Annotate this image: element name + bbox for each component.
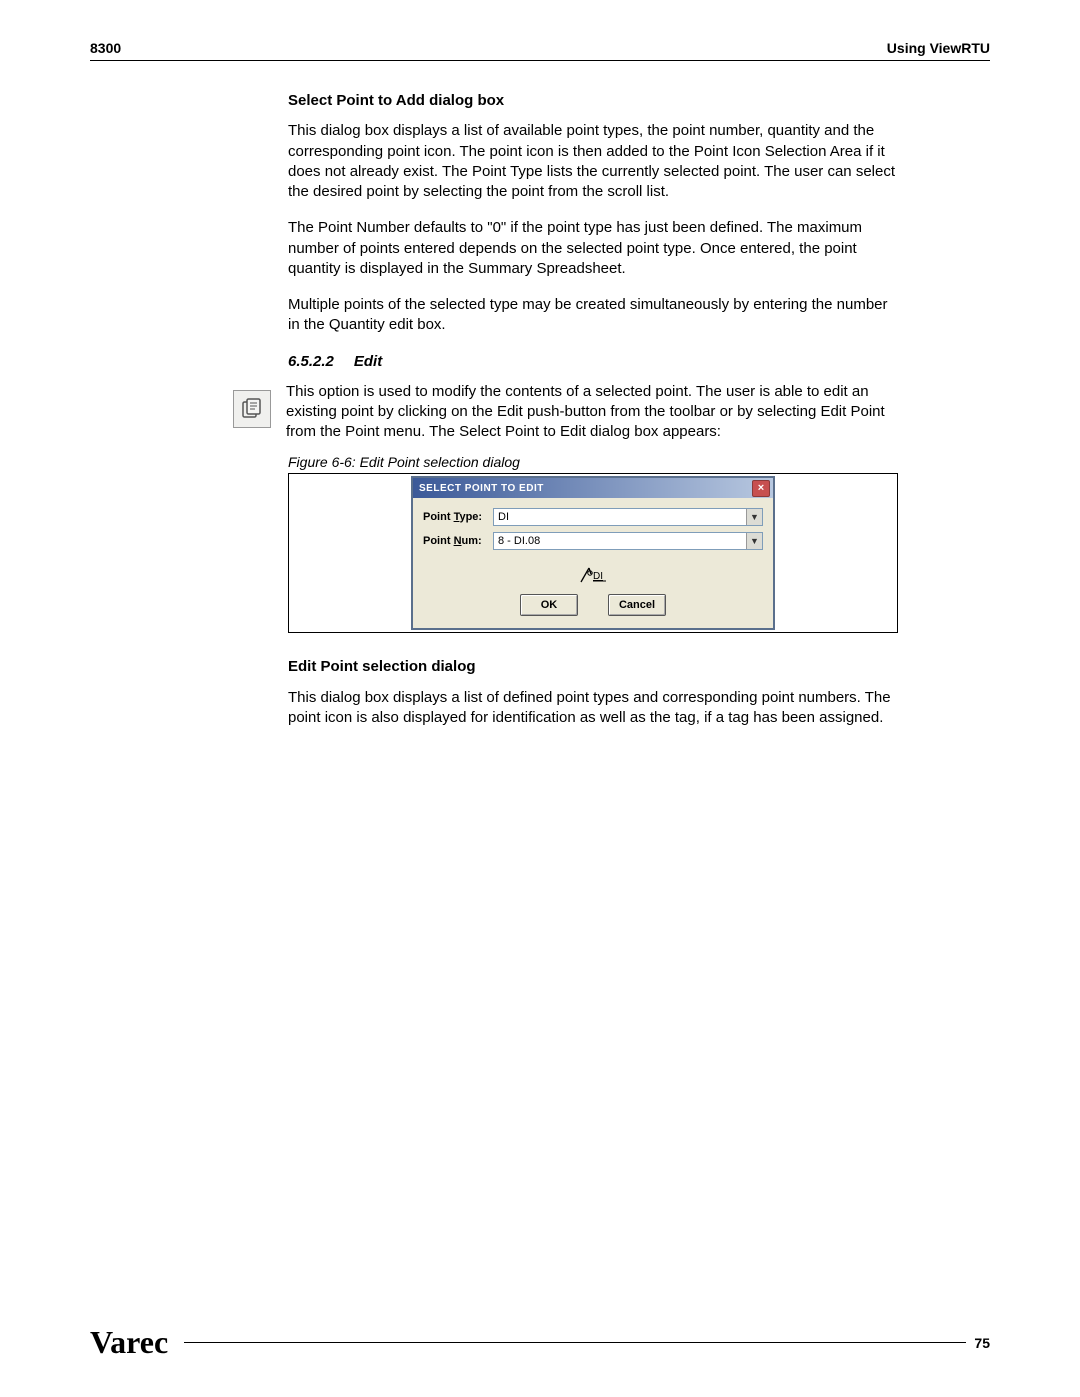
chevron-down-icon: ▼: [746, 509, 762, 525]
svg-text:DI: DI: [593, 571, 603, 582]
header-right: Using ViewRTU: [887, 40, 990, 56]
section2-p1: This option is used to modify the conten…: [286, 382, 898, 443]
section2-title: Edit: [354, 353, 382, 370]
select-point-dialog: SELECT POINT TO EDIT × Point Type: DI ▼: [411, 476, 775, 630]
point-type-value: DI: [498, 510, 509, 525]
header-left: 8300: [90, 40, 121, 56]
di-point-icon: DI: [579, 564, 607, 584]
section1-p2: The Point Number defaults to "0" if the …: [288, 218, 898, 279]
section2-number: 6.5.2.2: [288, 353, 334, 370]
dialog-titlebar: SELECT POINT TO EDIT ×: [413, 478, 773, 498]
header-rule: [90, 60, 990, 61]
cancel-button[interactable]: Cancel: [608, 594, 666, 616]
edit-toolbar-icon: [233, 390, 271, 428]
point-type-select[interactable]: DI ▼: [493, 508, 763, 526]
section1-p3: Multiple points of the selected type may…: [288, 295, 898, 336]
close-icon: ×: [758, 483, 764, 494]
point-num-value: 8 - DI.08: [498, 534, 540, 549]
section1-heading: Select Point to Add dialog box: [288, 91, 898, 111]
varec-logo: Varec: [90, 1328, 168, 1357]
section3-p1: This dialog box displays a list of defin…: [288, 688, 898, 729]
page-footer: Varec 75: [90, 1328, 990, 1357]
page-number: 75: [974, 1335, 990, 1351]
chevron-down-icon: ▼: [746, 533, 762, 549]
ok-button[interactable]: OK: [520, 594, 578, 616]
figure-frame: SELECT POINT TO EDIT × Point Type: DI ▼: [288, 474, 898, 633]
section3-heading: Edit Point selection dialog: [288, 657, 898, 677]
figure-caption: Figure 6-6: Edit Point selection dialog: [288, 453, 898, 475]
section1-p1: This dialog box displays a list of avail…: [288, 121, 898, 202]
point-num-label: Point Num:: [423, 534, 493, 549]
footer-rule: [184, 1342, 966, 1343]
dialog-title: SELECT POINT TO EDIT: [419, 482, 544, 496]
point-type-label: Point Type:: [423, 510, 493, 525]
point-num-select[interactable]: 8 - DI.08 ▼: [493, 532, 763, 550]
close-button[interactable]: ×: [752, 480, 770, 497]
